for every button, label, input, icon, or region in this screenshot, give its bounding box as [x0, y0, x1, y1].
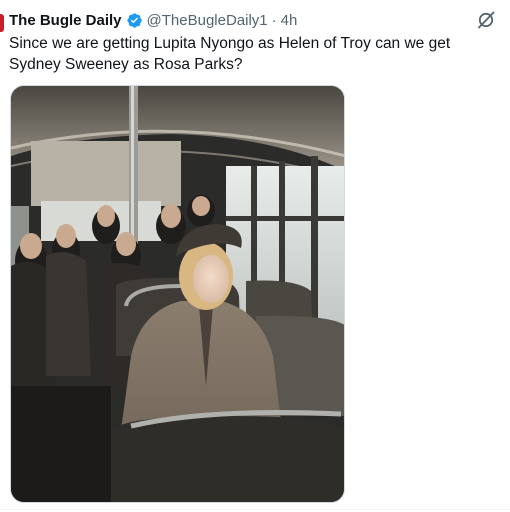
timestamp[interactable]: 4h: [281, 12, 298, 29]
tweet-media-image[interactable]: [10, 85, 345, 503]
tweet-header: The Bugle Daily @TheBugleDaily1 · 4h: [9, 9, 498, 31]
grok-icon[interactable]: [476, 10, 496, 30]
tweet-text: Since we are getting Lupita Nyongo as He…: [9, 35, 451, 73]
author-handle[interactable]: @TheBugleDaily1: [147, 12, 268, 29]
avatar-edge[interactable]: [0, 14, 4, 32]
divider: [0, 509, 510, 510]
verified-badge-icon[interactable]: [126, 12, 143, 29]
bus-scene-image: [11, 86, 344, 502]
separator-dot: ·: [271, 11, 277, 29]
author-name[interactable]: The Bugle Daily: [9, 12, 122, 29]
